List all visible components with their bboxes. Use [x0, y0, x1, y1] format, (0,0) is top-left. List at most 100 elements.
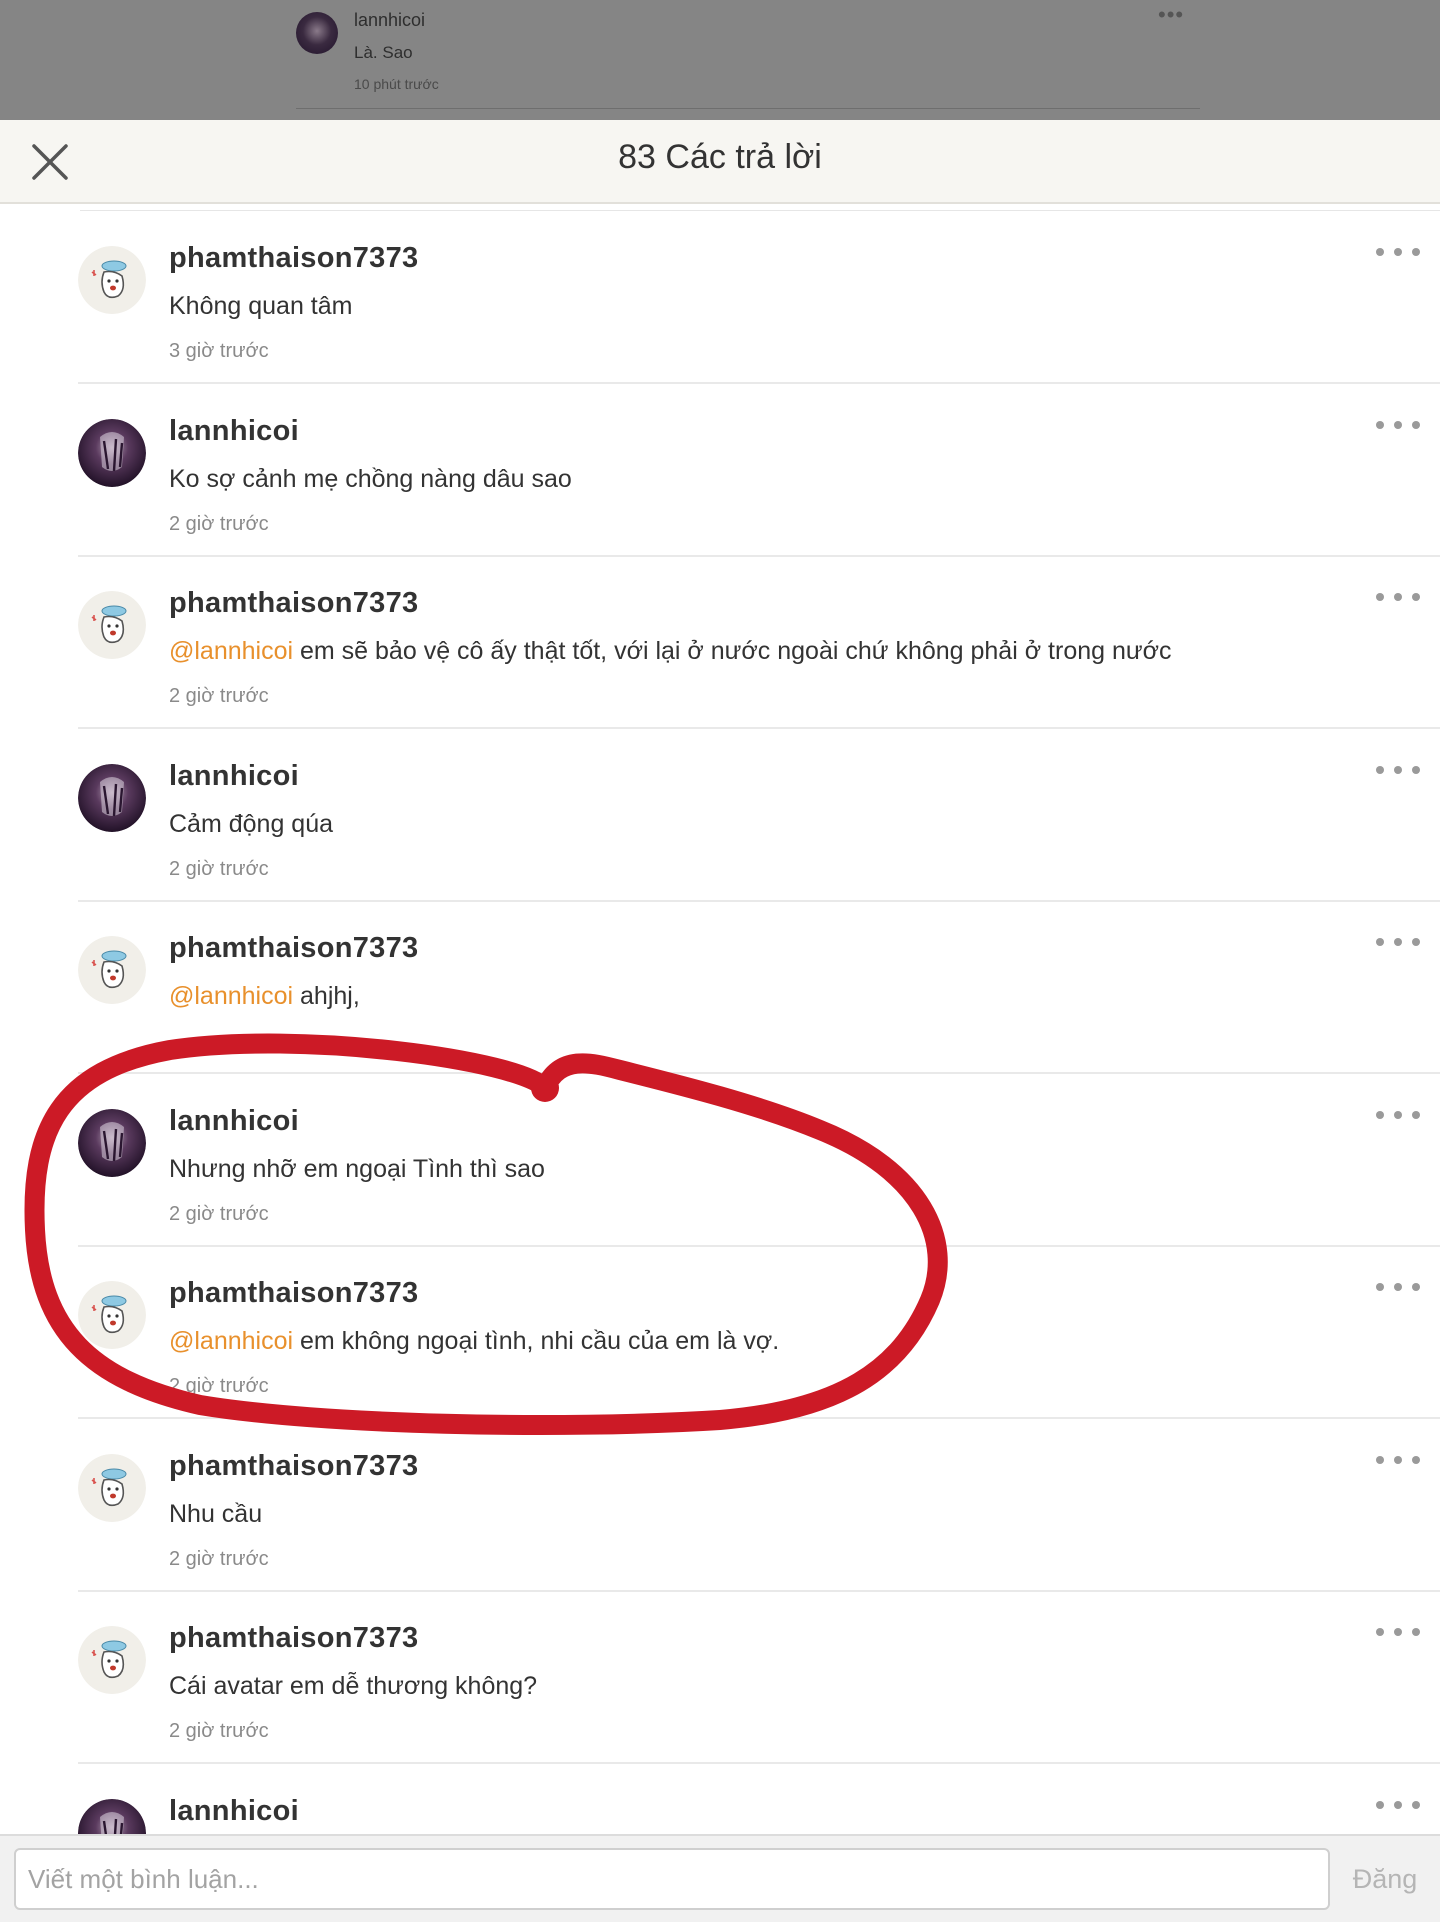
dot-icon — [1376, 593, 1384, 601]
comment-text: Cái avatar em dễ thương không? — [169, 1672, 537, 1701]
comment-input[interactable] — [14, 1848, 1330, 1910]
comment-username[interactable]: phamthaison7373 — [169, 587, 418, 620]
divider — [296, 108, 1200, 109]
comment-username[interactable]: phamthaison7373 — [169, 1277, 418, 1310]
more-options-button[interactable] — [1376, 760, 1420, 780]
comment-username[interactable]: phamthaison7373 — [169, 932, 418, 965]
divider — [80, 210, 1440, 211]
comment-body: Ko sợ cảnh mẹ chồng nàng dâu sao — [169, 464, 572, 493]
avatar[interactable] — [78, 246, 146, 314]
more-options-button[interactable] — [1376, 415, 1420, 435]
comment-item[interactable]: phamthaison7373 @lannhicoi em không ngoại… — [0, 1247, 1440, 1419]
comment-body: Không quan tâm — [169, 292, 353, 320]
comment-username[interactable]: phamthaison7373 — [169, 1450, 418, 1483]
dot-icon — [1376, 1800, 1384, 1809]
comment-text: @lannhicoi em không ngoại tình, nhi cầu … — [169, 1327, 779, 1356]
comment-time: 2 giờ trước — [169, 1547, 269, 1570]
dot-icon — [1394, 1628, 1402, 1636]
dot-icon — [1412, 1628, 1420, 1636]
comment-item[interactable]: phamthaison7373 @lannhicoi ahjhj, — [0, 902, 1440, 1074]
more-options-button[interactable] — [1376, 587, 1420, 607]
dot-icon — [1394, 1455, 1402, 1464]
comment-username[interactable]: phamthaison7373 — [169, 1622, 418, 1655]
comment-item[interactable]: phamthaison7373 Cái avatar em dễ thương k… — [0, 1592, 1440, 1764]
avatar[interactable] — [78, 591, 146, 659]
dot-icon — [1376, 1455, 1384, 1464]
comment-text: Ko sợ cảnh mẹ chồng nàng dâu sao — [169, 465, 572, 494]
background-post-text: Là. Sao — [354, 43, 413, 62]
avatar[interactable] — [78, 936, 146, 1004]
comment-username[interactable]: lannhicoi — [169, 760, 299, 793]
mention-link[interactable]: @lannhicoi — [169, 637, 293, 665]
comment-username[interactable]: lannhicoi — [169, 1795, 299, 1828]
dot-icon — [1394, 593, 1402, 601]
comment-body: em sẽ bảo vệ cô ấy thật tốt, với lại ở n… — [293, 637, 1172, 665]
dot-icon — [1376, 1628, 1384, 1636]
dot-icon — [1376, 420, 1384, 429]
more-options-button[interactable] — [1376, 1622, 1420, 1642]
dot-icon — [1394, 1800, 1402, 1809]
comment-username[interactable]: lannhicoi — [169, 415, 299, 448]
dot-icon — [1394, 765, 1402, 774]
mention-link[interactable]: @lannhicoi — [169, 1327, 293, 1355]
mention-link[interactable]: @lannhicoi — [169, 982, 293, 1010]
comment-body: Nhu cầu — [169, 1499, 263, 1528]
avatar[interactable] — [78, 1626, 146, 1694]
dot-icon — [1412, 420, 1420, 429]
dot-icon — [1376, 765, 1384, 774]
comment-item[interactable]: lannhicoi Ko sợ cảnh mẹ chồng nàng dâu sa… — [0, 385, 1440, 557]
comment-item[interactable]: phamthaison7373 @lannhicoi em sẽ bảo vệ c… — [0, 557, 1440, 729]
comment-body: Nhưng nhỡ em ngoại Tình thì sao — [169, 1154, 545, 1183]
background-post-more-icon: ••• — [1158, 2, 1185, 27]
avatar[interactable] — [78, 1281, 146, 1349]
comment-item[interactable]: lannhicoi Nhưng nhỡ em ngoại Tình thì sao… — [0, 1075, 1440, 1247]
comment-time: 2 giờ trước — [169, 1375, 269, 1397]
comment-text: @lannhicoi em sẽ bảo vệ cô ấy thật tốt, … — [169, 637, 1172, 666]
comment-item[interactable]: lannhicoi Cảm động qúa 2 giờ trước — [0, 730, 1440, 902]
dot-icon — [1394, 248, 1402, 256]
more-options-button[interactable] — [1376, 1277, 1420, 1297]
more-options-button[interactable] — [1376, 1450, 1420, 1470]
avatar[interactable] — [78, 1453, 146, 1522]
dot-icon — [1376, 1283, 1384, 1291]
dot-icon — [1394, 420, 1402, 429]
comment-time: 2 giờ trước — [169, 1202, 269, 1225]
more-options-button[interactable] — [1376, 932, 1420, 952]
dot-icon — [1412, 1283, 1420, 1291]
comment-username[interactable]: lannhicoi — [169, 1105, 299, 1138]
more-options-button[interactable] — [1376, 1795, 1420, 1815]
dot-icon — [1412, 1110, 1420, 1119]
dot-icon — [1394, 938, 1402, 946]
avatar[interactable] — [78, 1798, 146, 1834]
comment-input-bar: Đăng — [0, 1834, 1440, 1922]
comment-list[interactable]: phamthaison7373 Không quan tâm 3 giờ trước… — [0, 204, 1440, 1834]
background-post-avatar — [296, 12, 338, 54]
dot-icon — [1394, 1283, 1402, 1291]
dot-icon — [1412, 938, 1420, 946]
comment-item[interactable]: phamthaison7373 Nhu cầu 2 giờ trước — [0, 1420, 1440, 1592]
background-post-username: lannhicoi — [354, 10, 426, 30]
more-options-button[interactable] — [1376, 242, 1420, 262]
background-overlay[interactable]: lannhicoi Là. Sao 10 phút trước ••• — [0, 0, 1440, 120]
avatar[interactable] — [78, 418, 146, 487]
avatar[interactable] — [78, 763, 146, 832]
dot-icon — [1412, 593, 1420, 601]
comment-time: 2 giờ trước — [169, 512, 269, 535]
avatar[interactable] — [78, 1108, 146, 1177]
comment-body: em không ngoại tình, nhi cầu của em là v… — [293, 1327, 780, 1355]
comment-time: 3 giờ trước — [169, 340, 269, 362]
dot-icon — [1376, 1110, 1384, 1119]
comment-text: Không quan tâm — [169, 292, 352, 321]
more-options-button[interactable] — [1376, 1105, 1420, 1125]
post-button[interactable]: Đăng — [1340, 1852, 1430, 1906]
comment-username[interactable]: phamthaison7373 — [169, 242, 418, 275]
comment-item[interactable]: lannhicoi — [0, 1765, 1440, 1834]
comment-text: Nhưng nhỡ em ngoại Tình thì sao — [169, 1155, 545, 1184]
comment-body: Cảm động qúa — [169, 809, 334, 838]
comment-item[interactable]: phamthaison7373 Không quan tâm 3 giờ trước — [0, 212, 1440, 384]
replies-header: 83 Các trả lời — [0, 120, 1440, 204]
dot-icon — [1412, 1800, 1420, 1809]
dot-icon — [1412, 765, 1420, 774]
page-title: 83 Các trả lời — [618, 138, 822, 176]
comment-time: 2 giờ trước — [169, 685, 269, 707]
